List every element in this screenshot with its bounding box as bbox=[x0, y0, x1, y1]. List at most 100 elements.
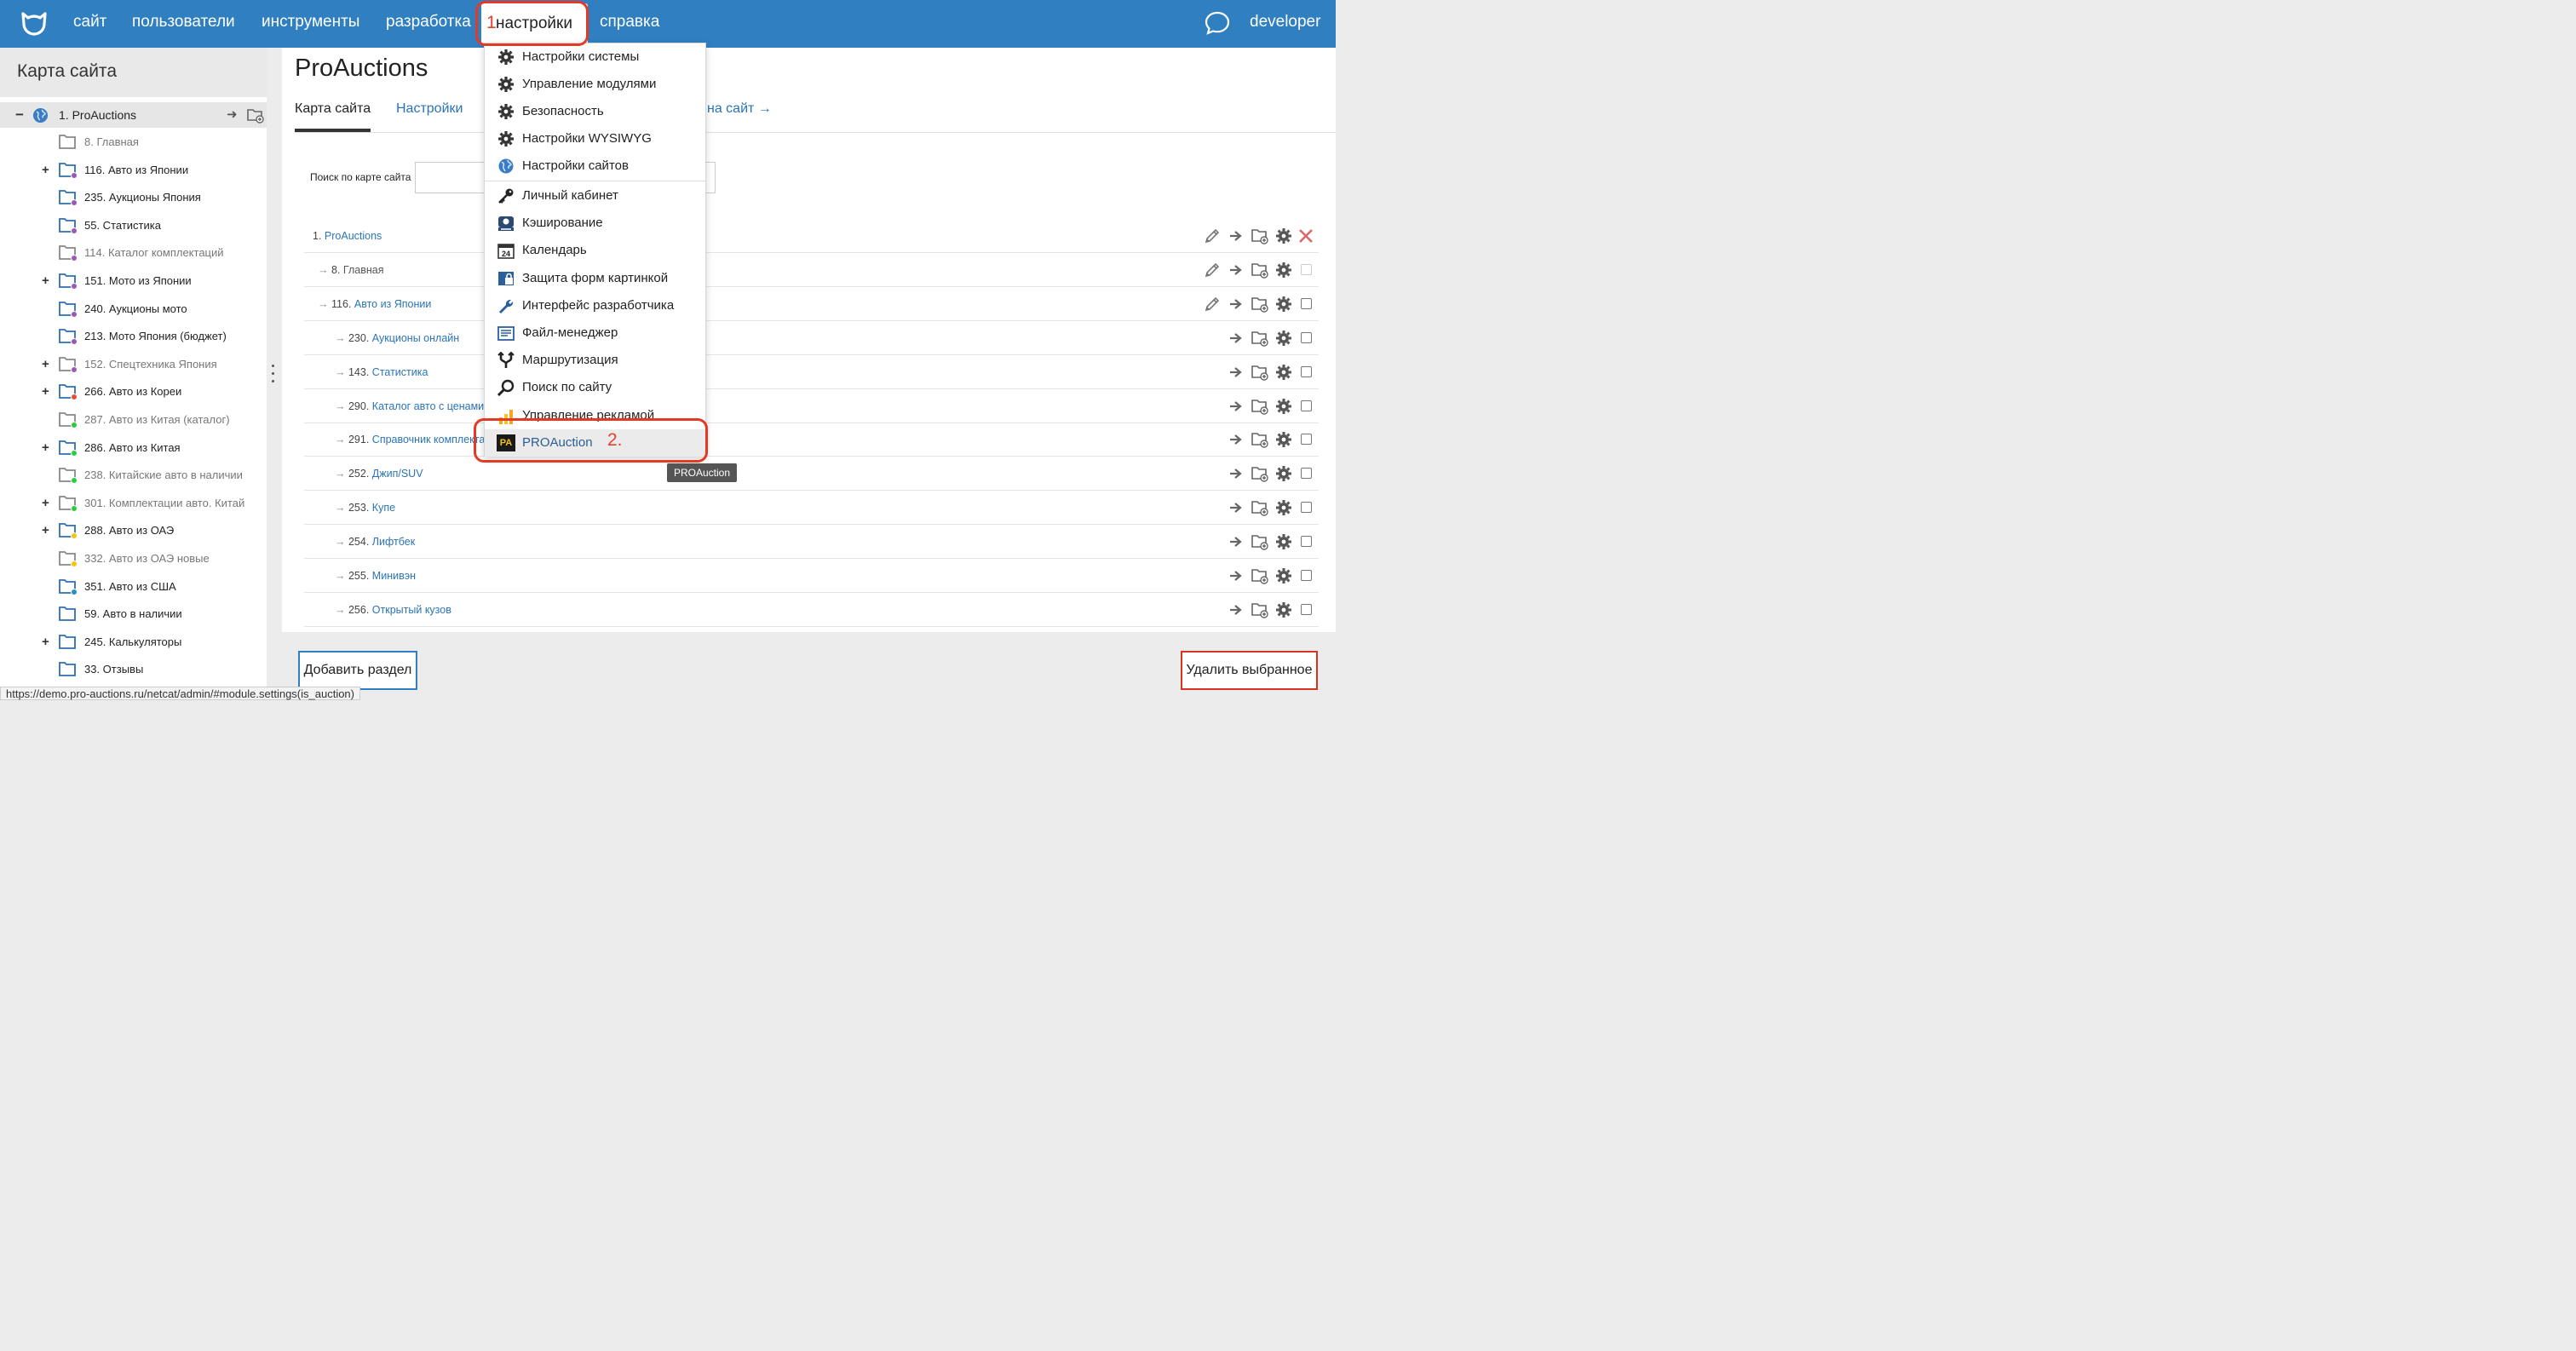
expand-icon[interactable]: + bbox=[42, 273, 49, 288]
gear-icon[interactable] bbox=[1275, 262, 1292, 279]
nav-development[interactable]: разработка bbox=[386, 13, 471, 32]
tree-item[interactable]: 33. Отзывы bbox=[0, 657, 267, 682]
delete-icon[interactable] bbox=[1297, 227, 1314, 244]
add-subsection-icon[interactable] bbox=[1251, 499, 1268, 516]
add-subsection-icon[interactable] bbox=[1251, 431, 1268, 449]
sidebar-resize-handle[interactable] bbox=[272, 365, 275, 387]
nav-site[interactable]: сайт bbox=[73, 13, 106, 32]
select-checkbox[interactable] bbox=[1301, 502, 1312, 514]
tree-item[interactable]: 59. Авто в наличии bbox=[0, 601, 267, 627]
tree-item[interactable]: +301. Комплектации авто. Китай bbox=[0, 491, 267, 516]
dropdown-item[interactable]: Личный кабинет bbox=[485, 182, 705, 210]
go-arrow-icon[interactable]: ➜ bbox=[227, 106, 238, 122]
gear-icon[interactable] bbox=[1275, 533, 1292, 550]
dropdown-item[interactable]: Настройки сайтов bbox=[485, 152, 705, 180]
tab-settings[interactable]: Настройки bbox=[396, 101, 463, 117]
select-checkbox[interactable] bbox=[1301, 434, 1312, 446]
go-arrow-icon[interactable] bbox=[1228, 567, 1245, 584]
tree-item[interactable]: 55. Статистика bbox=[0, 213, 267, 239]
select-checkbox[interactable] bbox=[1301, 536, 1312, 548]
add-folder-icon[interactable] bbox=[247, 107, 264, 124]
row-link[interactable]: Открытый кузов bbox=[372, 604, 451, 616]
tab-to-site[interactable]: на сайт → bbox=[707, 101, 772, 117]
add-subsection-icon[interactable] bbox=[1251, 330, 1268, 347]
nav-tools[interactable]: инструменты bbox=[262, 13, 359, 32]
expand-icon[interactable]: + bbox=[42, 496, 49, 510]
go-arrow-icon[interactable] bbox=[1228, 296, 1245, 313]
dropdown-item[interactable]: Безопасность bbox=[485, 98, 705, 125]
tree-item[interactable]: +152. Спецтехника Япония bbox=[0, 352, 267, 377]
tree-item[interactable]: 8. Главная bbox=[0, 129, 267, 155]
gear-icon[interactable] bbox=[1275, 465, 1292, 482]
expand-icon[interactable]: + bbox=[42, 163, 49, 177]
tree-root-item[interactable]: − 1. ProAuctions ➜ bbox=[0, 102, 267, 128]
tree-item[interactable]: +151. Мото из Японии bbox=[0, 268, 267, 294]
expand-icon[interactable]: + bbox=[42, 357, 49, 371]
dropdown-item[interactable]: Защита форм картинкой bbox=[485, 265, 705, 292]
tree-item[interactable]: 238. Китайские авто в наличии bbox=[0, 463, 267, 488]
add-subsection-icon[interactable] bbox=[1251, 465, 1268, 482]
add-subsection-icon[interactable] bbox=[1251, 227, 1268, 244]
tree-item[interactable]: +116. Авто из Японии bbox=[0, 158, 267, 183]
add-section-button[interactable]: Добавить раздел bbox=[298, 651, 417, 690]
add-subsection-icon[interactable] bbox=[1251, 296, 1268, 313]
add-subsection-icon[interactable] bbox=[1251, 398, 1268, 415]
gear-icon[interactable] bbox=[1275, 330, 1292, 347]
tree-item[interactable]: 351. Авто из США bbox=[0, 574, 267, 600]
select-checkbox[interactable] bbox=[1301, 400, 1312, 411]
nav-help[interactable]: справка bbox=[600, 13, 659, 32]
go-arrow-icon[interactable] bbox=[1228, 364, 1245, 381]
gear-icon[interactable] bbox=[1275, 364, 1292, 381]
tree-item[interactable]: 235. Аукционы Япония bbox=[0, 185, 267, 210]
user-menu[interactable]: developer bbox=[1250, 13, 1320, 32]
dropdown-item[interactable]: Поиск по сайту bbox=[485, 374, 705, 401]
gear-icon[interactable] bbox=[1275, 398, 1292, 415]
expand-icon[interactable]: + bbox=[42, 635, 49, 649]
tree-item[interactable]: 213. Мото Япония (бюджет) bbox=[0, 324, 267, 349]
gear-icon[interactable] bbox=[1275, 431, 1292, 448]
select-checkbox[interactable] bbox=[1301, 468, 1312, 480]
tree-item[interactable]: 332. Авто из ОАЭ новые bbox=[0, 546, 267, 572]
select-checkbox[interactable] bbox=[1301, 365, 1312, 377]
row-link[interactable]: Аукционы онлайн bbox=[372, 332, 459, 344]
go-arrow-icon[interactable] bbox=[1228, 465, 1245, 482]
row-link[interactable]: Джип/SUV bbox=[372, 468, 423, 480]
tree-item[interactable]: +286. Авто из Китая bbox=[0, 435, 267, 461]
go-arrow-icon[interactable] bbox=[1228, 262, 1245, 279]
edit-pencil-icon[interactable] bbox=[1204, 262, 1221, 279]
gear-icon[interactable] bbox=[1275, 567, 1292, 584]
chat-icon[interactable] bbox=[1204, 10, 1231, 36]
go-arrow-icon[interactable] bbox=[1228, 227, 1245, 244]
collapse-icon[interactable]: − bbox=[15, 106, 24, 124]
go-arrow-icon[interactable] bbox=[1228, 533, 1245, 550]
select-checkbox[interactable] bbox=[1301, 331, 1312, 343]
tree-item[interactable]: 287. Авто из Китая (каталог) bbox=[0, 407, 267, 433]
dropdown-item[interactable]: Интерфейс разработчика bbox=[485, 292, 705, 319]
gear-icon[interactable] bbox=[1275, 227, 1292, 244]
tab-site-map[interactable]: Карта сайта bbox=[295, 101, 371, 117]
row-link[interactable]: Главная bbox=[343, 264, 384, 276]
dropdown-item[interactable]: Кэширование bbox=[485, 210, 705, 237]
row-link[interactable]: Авто из Японии bbox=[354, 298, 432, 310]
go-arrow-icon[interactable] bbox=[1228, 330, 1245, 347]
dropdown-item[interactable]: Маршрутизация bbox=[485, 347, 705, 374]
dropdown-item[interactable]: Файл-менеджер bbox=[485, 319, 705, 347]
add-subsection-icon[interactable] bbox=[1251, 601, 1268, 618]
dropdown-item[interactable]: Настройки системы bbox=[485, 43, 705, 71]
expand-icon[interactable]: + bbox=[42, 523, 49, 538]
add-subsection-icon[interactable] bbox=[1251, 567, 1268, 584]
dropdown-item[interactable]: 24 Календарь bbox=[485, 237, 705, 264]
row-link[interactable]: Статистика bbox=[372, 366, 428, 378]
select-checkbox[interactable] bbox=[1301, 603, 1312, 615]
select-checkbox[interactable] bbox=[1301, 570, 1312, 581]
tree-item[interactable]: 240. Аукционы мото bbox=[0, 296, 267, 322]
dropdown-item[interactable]: Настройки WYSIWYG bbox=[485, 125, 705, 152]
row-link[interactable]: Купе bbox=[372, 502, 395, 514]
netcat-logo-icon[interactable] bbox=[19, 9, 49, 39]
delete-selected-button[interactable]: Удалить выбранное bbox=[1181, 651, 1318, 690]
edit-pencil-icon[interactable] bbox=[1204, 296, 1221, 313]
gear-icon[interactable] bbox=[1275, 296, 1292, 313]
tree-item[interactable]: 114. Каталог комплектаций bbox=[0, 240, 267, 266]
edit-pencil-icon[interactable] bbox=[1204, 227, 1221, 244]
expand-icon[interactable]: + bbox=[42, 384, 49, 399]
